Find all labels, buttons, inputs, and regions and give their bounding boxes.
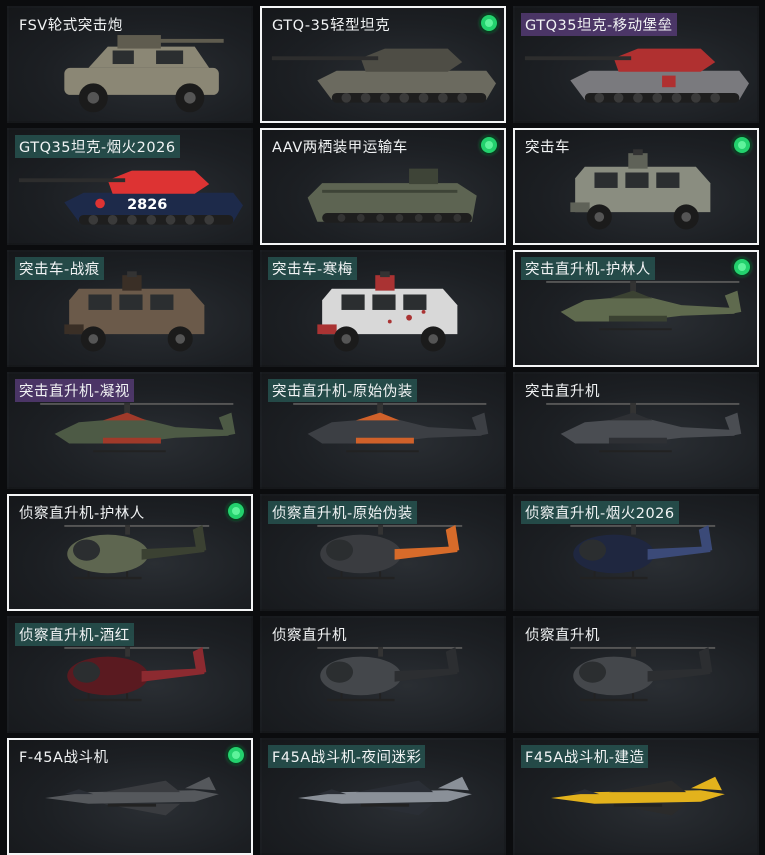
vehicle-skin-card[interactable]: 侦察直升机-烟火2026 — [513, 494, 759, 611]
vehicle-skin-card[interactable]: 突击车 — [513, 128, 759, 245]
equipped-indicator-icon — [481, 15, 497, 31]
vehicle-skin-label: 侦察直升机-烟火2026 — [521, 501, 679, 524]
vehicle-skin-label: 突击直升机-凝视 — [15, 379, 134, 402]
svg-text:2826: 2826 — [127, 197, 167, 213]
vehicle-skin-card[interactable]: 突击车-寒梅 — [260, 250, 506, 367]
vehicle-skin-card[interactable]: 突击直升机-护林人 — [513, 250, 759, 367]
vehicle-skin-label: F45A战斗机-建造 — [521, 745, 649, 768]
equipped-indicator-icon — [228, 503, 244, 519]
vehicle-skin-card[interactable]: 侦察直升机-原始伪装 — [260, 494, 506, 611]
vehicle-skin-label: 侦察直升机-酒红 — [15, 623, 134, 646]
equipped-indicator-icon — [481, 137, 497, 153]
equipped-indicator-icon — [734, 137, 750, 153]
vehicle-skin-card[interactable]: GTQ35坦克-移动堡垒 — [513, 6, 759, 123]
vehicle-skin-label: F-45A战斗机 — [19, 750, 109, 766]
vehicle-skin-card[interactable]: 侦察直升机-护林人 — [7, 494, 253, 611]
vehicle-skin-card[interactable]: 突击车-战痕 — [7, 250, 253, 367]
vehicle-skin-card[interactable]: 侦察直升机 — [260, 616, 506, 733]
vehicle-skin-card[interactable]: 2826 GTQ35坦克-烟火2026 — [7, 128, 253, 245]
vehicle-skin-card[interactable]: GTQ-35轻型坦克 — [260, 6, 506, 123]
vehicle-skin-card[interactable]: F45A战斗机-建造 — [513, 738, 759, 855]
vehicle-skin-label: AAV两栖装甲运输车 — [272, 140, 408, 156]
vehicle-skin-card[interactable]: FSV轮式突击炮 — [7, 6, 253, 123]
vehicle-skin-card[interactable]: F45A战斗机-夜间迷彩 — [260, 738, 506, 855]
vehicle-skin-label: 突击直升机-护林人 — [521, 257, 655, 280]
vehicle-skin-label: 侦察直升机-原始伪装 — [268, 501, 417, 524]
vehicle-skin-card[interactable]: F-45A战斗机 — [7, 738, 253, 855]
vehicle-skin-card[interactable]: 突击直升机-凝视 — [7, 372, 253, 489]
vehicle-skin-label: 侦察直升机 — [525, 628, 600, 644]
vehicle-skin-label: 突击直升机-原始伪装 — [268, 379, 417, 402]
vehicle-skin-label: GTQ-35轻型坦克 — [272, 18, 391, 34]
vehicle-skin-label: 侦察直升机 — [272, 628, 347, 644]
vehicle-skin-label: 突击车-寒梅 — [268, 257, 357, 280]
equipped-indicator-icon — [734, 259, 750, 275]
vehicle-skin-label: 侦察直升机-护林人 — [19, 506, 145, 522]
vehicle-skin-label: GTQ35坦克-烟火2026 — [15, 135, 180, 158]
vehicle-skin-label: 突击车-战痕 — [15, 257, 104, 280]
vehicle-skin-label: FSV轮式突击炮 — [19, 18, 123, 34]
vehicle-skin-card[interactable]: 突击直升机 — [513, 372, 759, 489]
vehicle-skin-card[interactable]: 侦察直升机-酒红 — [7, 616, 253, 733]
vehicle-skin-card[interactable]: 突击直升机-原始伪装 — [260, 372, 506, 489]
vehicle-skin-label: 突击车 — [525, 140, 570, 156]
vehicle-skin-label: GTQ35坦克-移动堡垒 — [521, 13, 677, 36]
vehicle-skin-card[interactable]: 侦察直升机 — [513, 616, 759, 733]
vehicle-skin-card[interactable]: AAV两栖装甲运输车 — [260, 128, 506, 245]
vehicle-skin-label: 突击直升机 — [525, 384, 600, 400]
vehicle-skin-grid: FSV轮式突击炮 GTQ-35轻型坦克 GTQ35坦克-移动堡垒 2826 GT… — [0, 0, 765, 855]
equipped-indicator-icon — [228, 747, 244, 763]
vehicle-skin-label: F45A战斗机-夜间迷彩 — [268, 745, 426, 768]
